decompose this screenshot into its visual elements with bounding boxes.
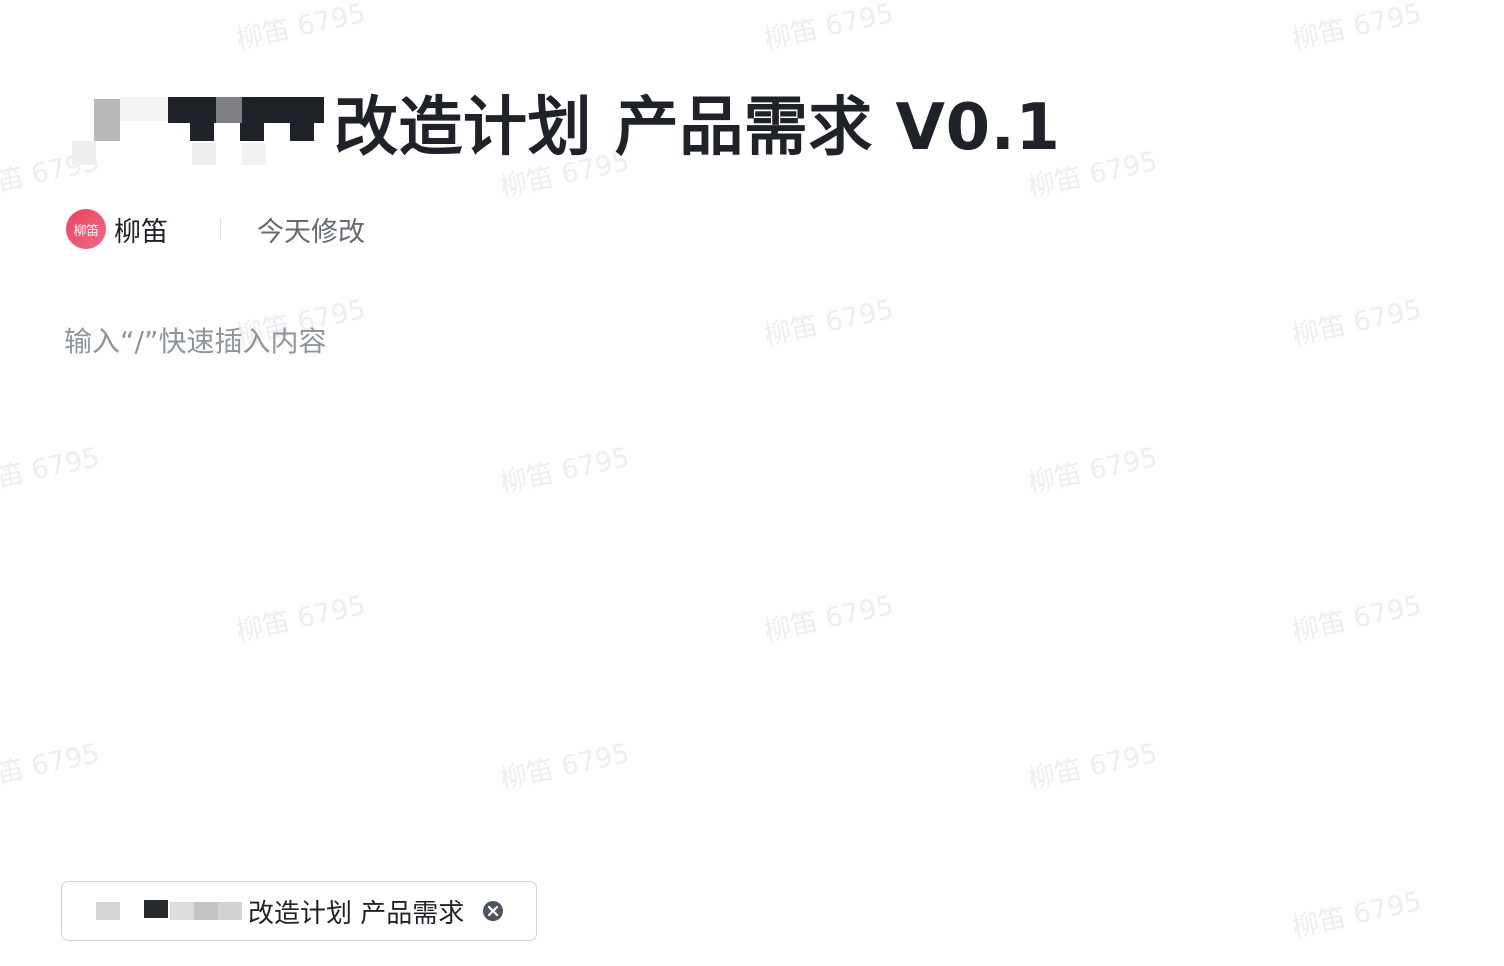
author-name[interactable]: 柳笛	[114, 210, 168, 249]
watermark: 柳笛 6795	[233, 589, 369, 648]
redacted-title-prefix	[66, 89, 332, 167]
avatar[interactable]: 柳笛	[66, 209, 106, 249]
watermark: 柳笛 6795	[0, 441, 103, 500]
watermark: 柳笛 6795	[497, 737, 633, 796]
watermark: 柳笛 6795	[1025, 441, 1161, 500]
modified-time[interactable]: 今天修改	[257, 210, 365, 249]
watermark: 柳笛 6795	[761, 293, 897, 352]
watermark: 柳笛 6795	[497, 441, 633, 500]
tab-chip-label[interactable]: 改造计划 产品需求	[248, 893, 464, 930]
close-circle-icon[interactable]	[482, 900, 504, 922]
document-title[interactable]: 改造计划 产品需求 V0.1	[334, 88, 1060, 168]
watermark: 柳笛 6795	[761, 589, 897, 648]
document-title-row[interactable]: 改造计划 产品需求 V0.1	[66, 88, 1060, 168]
editor-placeholder[interactable]: 输入“/”快速插入内容	[64, 320, 326, 360]
watermark: 柳笛 6795	[1289, 293, 1425, 352]
document-meta: 柳笛 柳笛 今天修改	[66, 208, 365, 250]
watermark: 柳笛 6795	[1025, 737, 1161, 796]
watermark: 柳笛 6795	[0, 737, 103, 796]
document-tab-chip[interactable]: 改造计划 产品需求	[61, 881, 537, 941]
meta-divider	[220, 218, 221, 240]
watermark: 柳笛 6795	[1289, 885, 1425, 944]
watermark: 柳笛 6795	[233, 0, 369, 56]
watermark: 柳笛 6795	[761, 0, 897, 56]
redacted-chip-prefix	[72, 896, 248, 926]
watermark: 柳笛 6795	[1289, 589, 1425, 648]
document-page: 柳笛 6795 柳笛 6795 柳笛 6795 柳笛 6795 柳笛 6795 …	[0, 0, 1504, 966]
watermark: 柳笛 6795	[1289, 0, 1425, 56]
